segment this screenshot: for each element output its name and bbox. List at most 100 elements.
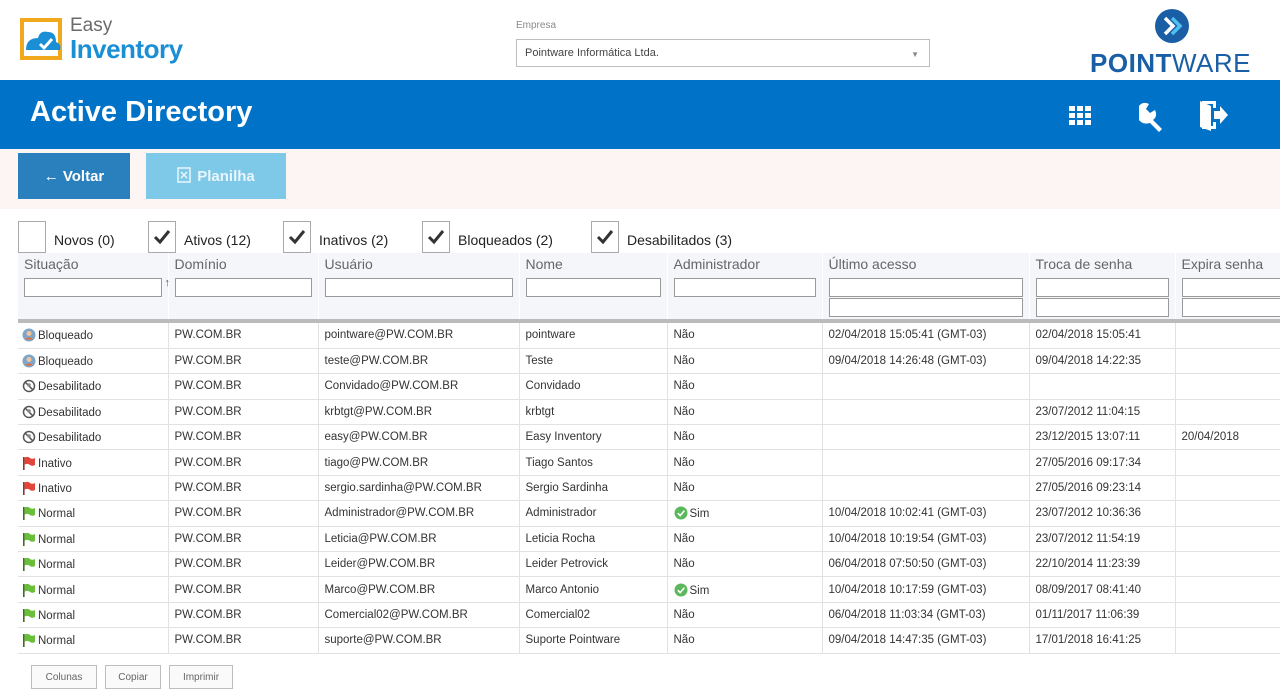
table-row[interactable]: Normal PW.COM.BR Administrador@PW.COM.BR Ad… [18,500,1280,527]
copy-button[interactable]: Copiar [105,665,161,689]
user-cell: Leider@PW.COM.BR [318,551,520,578]
admin-cell: Não [667,373,823,400]
cell-text: Easy Inventory [525,431,602,444]
logout-icon[interactable] [1196,98,1230,132]
filter-2[interactable]: Inativos (2) [283,221,388,253]
empresa-select[interactable]: Pointware Informática Ltda. ▼ [516,39,930,67]
table-row[interactable]: Normal PW.COM.BR Leider@PW.COM.BR Leider Pe… [18,551,1280,578]
password-change-cell [1029,373,1176,400]
column-header-last-access[interactable]: Último acesso [822,253,1030,319]
status-filters: Novos (0) Ativos (12) Inativos (2) Bloquead… [18,221,1280,255]
print-button[interactable]: Imprimir [169,665,233,689]
column-filter-input[interactable] [525,278,661,297]
wrench-icon[interactable] [1133,98,1167,132]
filter-1[interactable]: Ativos (12) [148,221,251,253]
column-header-password-change[interactable]: Troca de senha [1029,253,1176,319]
table-row[interactable]: Desabilitado PW.COM.BR Convidado@PW.COM.BR… [18,373,1280,400]
table-row[interactable]: Normal PW.COM.BR suporte@PW.COM.BR Suporte … [18,627,1280,654]
user-locked-icon [22,328,36,342]
filter-checkbox[interactable] [148,221,176,253]
status-cell: Inativo [18,449,169,476]
password-change-cell: 27/05/2016 09:23:14 [1029,475,1176,502]
status-text: Desabilitado [38,406,102,419]
last-access-cell: 10/04/2018 10:17:59 (GMT-03) [822,576,1030,603]
column-header-user[interactable]: Usuário [318,253,520,319]
column-header-admin[interactable]: Administrador [667,253,823,319]
column-filter-input[interactable] [174,278,312,297]
grid-icon[interactable] [1063,98,1097,132]
easy-inventory-cube-icon [20,18,62,60]
last-access-cell [822,399,1030,426]
name-cell: pointware [519,323,668,349]
filter-checkbox[interactable] [18,221,46,253]
column-label: Expira senha [1181,256,1264,272]
domain-cell: PW.COM.BR [168,424,319,451]
column-filter-input-2[interactable] [1035,298,1169,317]
filter-4[interactable]: Desabilitados (3) [591,221,732,253]
table-row[interactable]: Inativo PW.COM.BR tiago@PW.COM.BR Tiago San… [18,449,1280,476]
cell-text: 08/09/2017 08:41:40 [1035,583,1142,596]
user-cell: tiago@PW.COM.BR [318,449,520,476]
spreadsheet-button[interactable]: Planilha [146,153,286,199]
name-cell: Tiago Santos [519,449,668,476]
top-bar: Easy Inventory Empresa Pointware Informá… [0,0,1280,80]
table-row[interactable]: Bloqueado PW.COM.BR teste@PW.COM.BR Teste Nã… [18,348,1280,375]
table-row[interactable]: Bloqueado PW.COM.BR pointware@PW.COM.BR poi… [18,323,1280,349]
password-expiry-cell [1175,323,1280,349]
cell-text: 23/12/2015 13:07:11 [1035,431,1141,444]
name-cell: Leticia Rocha [519,526,668,553]
column-filter-input[interactable] [1035,278,1169,297]
column-header-password-expiry[interactable]: Expira senha [1175,253,1280,319]
column-header-name[interactable]: Nome [519,253,668,319]
filter-checkbox[interactable] [422,221,450,253]
page-title: Active Directory [30,96,253,128]
filter-0[interactable]: Novos (0) [18,221,115,253]
column-filter-input[interactable] [24,278,162,297]
cell-text: Marco Antonio [525,583,600,596]
password-change-cell: 27/05/2016 09:17:34 [1029,449,1176,476]
cell-text: Sim [689,584,710,597]
column-header-domain[interactable]: Domínio ↑ [165,253,319,319]
column-filter-input[interactable] [828,278,1023,297]
cell-text: Sim [689,508,710,521]
columns-button[interactable]: Colunas [31,665,97,689]
back-button[interactable]: ← Voltar [18,153,130,199]
cell-text: Não [673,355,695,368]
cell-text: 06/04/2018 07:50:50 (GMT-03) [828,558,987,571]
table-row[interactable]: Normal PW.COM.BR Comercial02@PW.COM.BR Come… [18,602,1280,629]
cell-text: PW.COM.BR [174,405,242,418]
status-cell: Bloqueado [18,323,169,349]
name-cell: Administrador [519,500,668,527]
column-filter-input-2[interactable] [1181,298,1280,317]
cell-text: 20/04/2018 [1181,431,1240,444]
name-cell: Teste [519,348,668,375]
column-label: Nome [525,256,563,272]
filter-checkbox[interactable] [283,221,311,253]
table-row[interactable]: Normal PW.COM.BR Marco@PW.COM.BR Marco Anto… [18,576,1280,603]
column-filter-input[interactable] [1181,278,1280,297]
password-expiry-cell [1175,449,1280,476]
chevron-down-icon: ▼ [911,50,919,59]
cell-text: pointware@PW.COM.BR [324,329,454,342]
easy-inventory-logo[interactable]: Easy Inventory [18,10,208,70]
cell-text: Não [673,634,695,647]
filter-3[interactable]: Bloqueados (2) [422,221,553,253]
column-filter-input[interactable] [324,278,513,297]
table-row[interactable]: Desabilitado PW.COM.BR easy@PW.COM.BR Easy … [18,424,1280,451]
column-filter-input[interactable] [673,278,816,297]
cell-text: Não [673,456,695,469]
filter-checkbox[interactable] [591,221,619,253]
column-filter-input-2[interactable] [828,298,1023,317]
cell-text: Leider@PW.COM.BR [324,558,436,571]
sort-up-icon[interactable]: ↑ [165,277,171,289]
table-row[interactable]: Inativo PW.COM.BR sergio.sardinha@PW.COM.B… [18,475,1280,502]
password-change-cell: 01/11/2017 11:06:39 [1029,602,1176,629]
check-circle-icon [674,506,687,520]
filter-label: Ativos (12) [184,232,251,248]
table-row[interactable]: Normal PW.COM.BR Leticia@PW.COM.BR Leticia … [18,526,1280,553]
last-access-cell: 10/04/2018 10:19:54 (GMT-03) [822,526,1030,553]
status-text: Desabilitado [38,381,102,394]
table-row[interactable]: Desabilitado PW.COM.BR krbtgt@PW.COM.BR krb… [18,399,1280,426]
password-change-cell: 23/07/2012 11:04:15 [1029,399,1176,426]
column-header-status[interactable]: Situação [18,253,169,319]
